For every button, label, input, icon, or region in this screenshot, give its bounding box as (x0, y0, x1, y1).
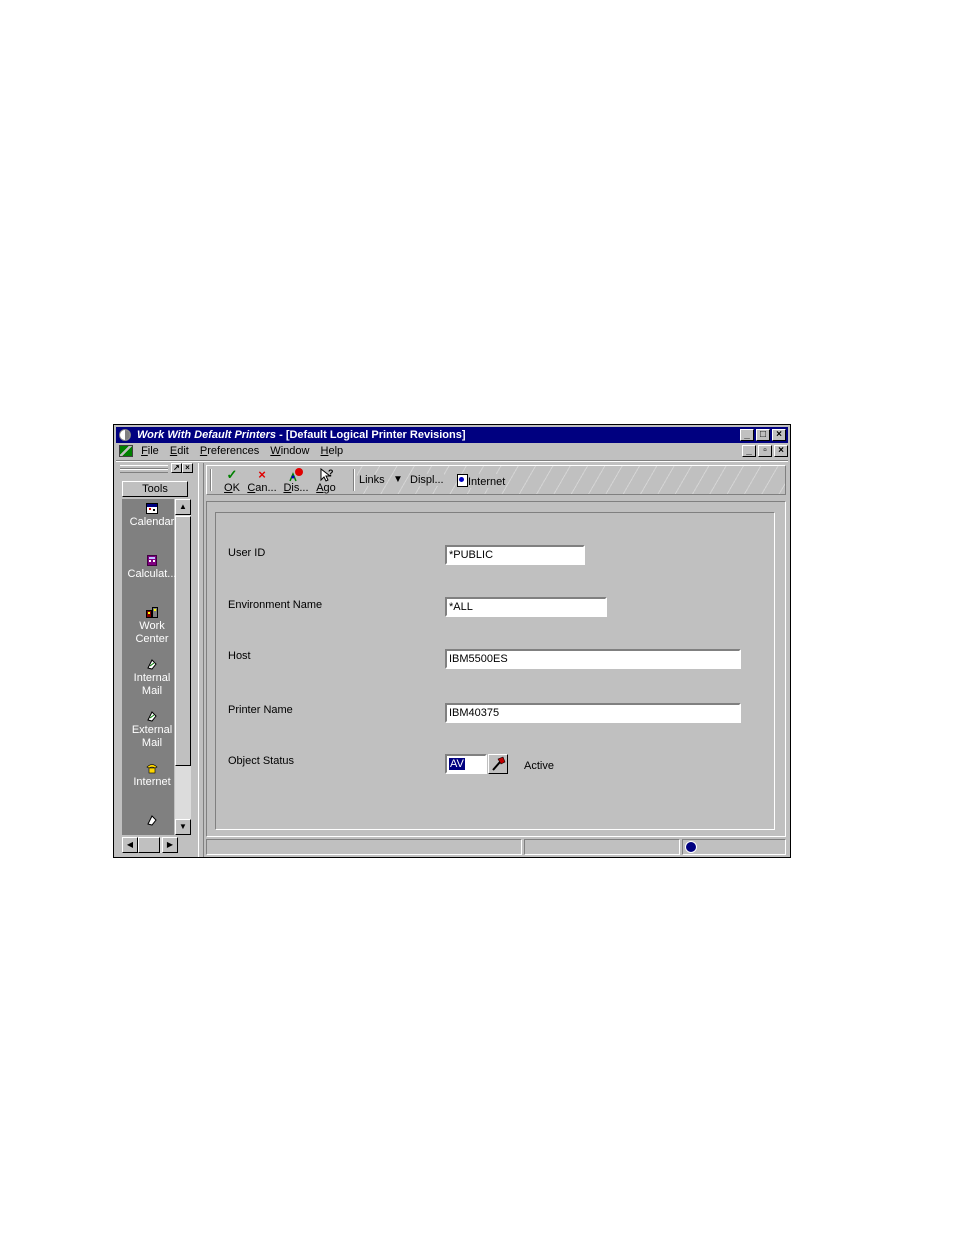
toolbar: ✓ OK × Can... Dis... ? Ago Links ▼ Displ… (206, 465, 786, 495)
tool-external-mail[interactable]: External Mail (122, 711, 182, 750)
status-panel-main (206, 839, 522, 855)
mdi-close-button[interactable]: × (774, 445, 788, 457)
menu-preferences[interactable]: Preferences (200, 443, 259, 459)
status-panel-middle (524, 839, 680, 855)
work-center-icon (146, 607, 158, 618)
menu-separator (116, 460, 788, 462)
display-errors-button[interactable]: Dis... (281, 468, 311, 494)
tools-pane: ↗ × Tools Calendar Calculat... Work Cent… (118, 463, 193, 853)
tool-label: Center (135, 633, 169, 645)
app-globe-icon[interactable] (119, 429, 131, 441)
scroll-left-icon[interactable]: ◀ (122, 837, 138, 853)
environment-name-field[interactable]: *ALL (445, 597, 607, 617)
tool-label: Mail (141, 737, 163, 749)
calendar-icon (146, 503, 158, 514)
menu-bar: File Edit Preferences Window Help (116, 443, 788, 459)
search-hammer-icon (492, 756, 506, 771)
mail-icon (147, 815, 157, 826)
internal-mail-icon (147, 659, 157, 670)
tool-label: Work (139, 620, 165, 632)
printer-name-label: Printer Name (228, 704, 293, 716)
form-group-box: User ID *PUBLIC Environment Name *ALL Ho… (215, 512, 775, 830)
tools-list: Calendar Calculat... Work Center Interna… (122, 499, 176, 835)
scroll-thumb[interactable] (175, 516, 191, 766)
application-window: Work With Default Printers - [Default Lo… (113, 424, 791, 858)
tool-partial-item[interactable] (122, 815, 182, 828)
visual-assist-button[interactable] (488, 754, 508, 774)
svg-text:?: ? (328, 468, 334, 478)
tools-vertical-scrollbar[interactable]: ▲ ▼ (175, 499, 191, 835)
internet-button[interactable]: Internet (457, 474, 506, 488)
internet-doc-icon (457, 474, 468, 487)
help-pointer-icon: ? (313, 467, 339, 482)
scroll-right-icon[interactable]: ▶ (162, 837, 178, 853)
tool-label: Calendar (129, 516, 175, 528)
menu-help[interactable]: Help (321, 443, 344, 459)
pane-close-icon[interactable]: × (182, 463, 193, 473)
object-status-field[interactable]: AV (445, 754, 487, 774)
title-bar[interactable]: Work With Default Printers - [Default Lo… (116, 427, 788, 443)
host-field[interactable]: IBM5500ES (445, 649, 741, 669)
object-status-label: Object Status (228, 755, 295, 767)
ago-button[interactable]: ? Ago (313, 467, 339, 494)
display-menu[interactable]: Displ... (410, 474, 444, 486)
printer-name-field[interactable]: IBM40375 (445, 703, 741, 723)
menu-window[interactable]: Window (270, 443, 309, 459)
menu-edit[interactable]: Edit (170, 443, 189, 459)
external-mail-icon (147, 711, 157, 722)
tool-label: Calculat... (127, 568, 177, 580)
cancel-button[interactable]: × Can... (247, 467, 277, 495)
mdi-minimize-button[interactable]: _ (742, 445, 756, 457)
minimize-button[interactable]: _ (740, 429, 754, 441)
hscroll-thumb[interactable] (138, 837, 160, 853)
calculator-icon (147, 555, 157, 566)
pane-grip[interactable] (120, 465, 168, 473)
tool-label: Internet (133, 776, 171, 788)
object-status-description: Active (524, 760, 554, 772)
status-panel-right (682, 839, 786, 855)
checkmark-icon: ✓ (226, 467, 238, 482)
tools-horizontal-scrollbar[interactable]: ◀ ▶ (122, 837, 178, 853)
tool-label: Internal (133, 672, 171, 684)
user-id-label: User ID (228, 547, 266, 559)
form-area: User ID *PUBLIC Environment Name *ALL Ho… (206, 501, 786, 837)
cancel-x-icon: × (258, 467, 266, 482)
mdi-restore-button[interactable]: ▫ (758, 445, 772, 457)
window-title: Work With Default Printers - [Default Lo… (137, 429, 466, 441)
display-errors-icon (281, 468, 311, 482)
tool-internal-mail[interactable]: Internal Mail (122, 659, 182, 698)
environment-name-label: Environment Name (228, 599, 323, 611)
tool-calendar[interactable]: Calendar (122, 503, 182, 529)
host-label: Host (228, 650, 251, 662)
tools-header[interactable]: Tools (122, 481, 188, 497)
user-id-field[interactable]: *PUBLIC (445, 545, 585, 565)
tool-work-center[interactable]: Work Center (122, 607, 182, 646)
maximize-button[interactable]: □ (756, 429, 770, 441)
ok-button[interactable]: ✓ OK (219, 467, 245, 495)
caret-down-icon[interactable]: ▼ (393, 474, 403, 485)
scroll-up-icon[interactable]: ▲ (175, 499, 191, 515)
globe-status-icon (685, 841, 697, 853)
close-button[interactable]: × (772, 429, 786, 441)
scroll-down-icon[interactable]: ▼ (175, 819, 191, 835)
internet-phone-icon (146, 764, 158, 774)
pane-restore-icon[interactable]: ↗ (171, 463, 182, 473)
tool-calculator[interactable]: Calculat... (122, 555, 182, 581)
pane-splitter[interactable] (198, 463, 204, 857)
links-menu[interactable]: Links (359, 474, 385, 486)
tool-internet[interactable]: Internet (122, 763, 182, 789)
status-bar (206, 839, 788, 855)
mdi-child-icon[interactable] (119, 445, 133, 458)
tool-label: Mail (141, 685, 163, 697)
menu-file[interactable]: File (141, 443, 159, 459)
tool-label: External (131, 724, 173, 736)
